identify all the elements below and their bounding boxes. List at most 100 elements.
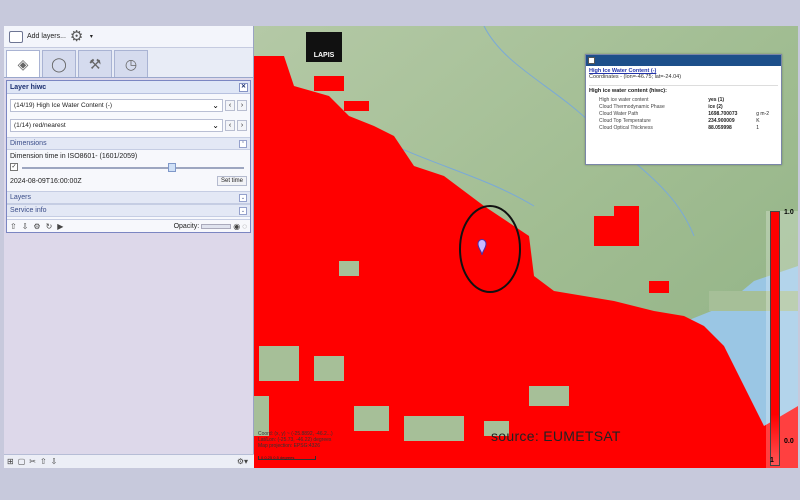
coord-line: Map projection: EPSG:4326: [258, 443, 320, 449]
layers-section-header[interactable]: Layers ⌄: [7, 191, 250, 204]
add-layers-button[interactable]: Add layers...: [27, 33, 66, 40]
chevron-down-icon: ⌄: [212, 101, 219, 110]
top-toolbar: Add layers... ⚙ ▾: [4, 26, 253, 48]
map-view[interactable]: LAPIS High Ice Water Content (-) Coordin…: [254, 26, 798, 468]
dimensions-section-header[interactable]: Dimensions ⌃: [7, 137, 250, 150]
source-text: source: EUMETSAT: [491, 428, 621, 444]
prev-palette-button[interactable]: ‹: [225, 120, 235, 131]
expand-icon[interactable]: ⌄: [239, 206, 247, 215]
add-icon[interactable]: ⊞: [7, 457, 14, 466]
refresh-icon[interactable]: ↻: [46, 222, 53, 231]
service-info-label: Service info: [10, 207, 47, 214]
arrow-down-icon[interactable]: ⇩: [51, 457, 58, 466]
expand-icon[interactable]: ⌄: [239, 193, 247, 202]
bottom-toolbar: ⊞ ▢ ✂ ⇧ ⇩ ⚙▾: [4, 454, 254, 468]
collapse-icon[interactable]: ⌃: [239, 139, 247, 148]
arrow-down-icon[interactable]: ⇩: [22, 222, 29, 231]
next-palette-button[interactable]: ›: [237, 120, 247, 131]
opacity-label: Opacity:: [173, 222, 200, 230]
coordinate-readout: Coord: (x, y) ~ (-25.8892, -46.2...) Lat…: [258, 431, 333, 449]
prev-style-button[interactable]: ‹: [225, 100, 235, 111]
square-icon[interactable]: ▢: [18, 457, 26, 466]
clear-patch: [404, 416, 464, 441]
table-row: High ice water content yes (1): [589, 96, 778, 103]
row-unit: K: [756, 117, 760, 124]
dimensions-label: Dimensions: [10, 140, 47, 147]
tools-tab-icon[interactable]: ⚒: [78, 50, 112, 77]
chevron-down-icon[interactable]: ▾: [90, 33, 93, 40]
opacity-slider[interactable]: [201, 223, 232, 229]
layer-panel-title: Layer hiwc: [10, 83, 47, 91]
clear-patch: [254, 396, 269, 436]
service-info-section-header[interactable]: Service info ⌄: [7, 204, 250, 217]
left-panel: Add layers... ⚙ ▾ ◈ ◯ ⚒ ◷ Layer hiwc ✕ (…: [4, 26, 254, 468]
scale-bar: 0 0.25 0.5 degrees: [258, 455, 316, 460]
popup-coordinates: Coordinates - (lon=-46.75; lat=-24.04): [589, 74, 682, 80]
layer-panel-header: Layer hiwc ✕: [7, 81, 250, 94]
table-row: Cloud Optical Thickness 88.059998 1: [589, 124, 778, 131]
style-select-row: (14/19) High Ice Water Content (-) ⌄ ‹ ›: [7, 97, 250, 114]
set-time-button[interactable]: Set time: [216, 176, 247, 186]
style-select[interactable]: (14/19) High Ice Water Content (-) ⌄: [10, 99, 223, 112]
arrow-up-icon[interactable]: ⇧: [40, 457, 47, 466]
ice-water-patch: [414, 251, 439, 263]
row-key: Cloud Thermodynamic Phase: [599, 103, 665, 110]
row-unit: [755, 103, 778, 110]
table-row: Cloud Water Path 1698.700073 g m-2: [589, 110, 778, 117]
layers-label: Layers: [10, 194, 32, 201]
row-value: 1698.700073: [708, 110, 738, 117]
row-key: Cloud Top Temperature: [599, 117, 651, 124]
table-row: Cloud Thermodynamic Phase ice (2): [589, 103, 778, 110]
play-icon[interactable]: ▶: [57, 222, 63, 231]
legend-min-label: 0.0: [784, 438, 794, 445]
delete-icon[interactable]: ◌: [242, 222, 247, 231]
lapis-logo: LAPIS: [306, 32, 342, 62]
app-window: Add layers... ⚙ ▾ ◈ ◯ ⚒ ◷ Layer hiwc ✕ (…: [4, 26, 798, 468]
slider-track[interactable]: [22, 167, 244, 169]
row-value: 88.059998: [708, 124, 732, 131]
popup-body: High Ice Water Content (-) Coordinates -…: [586, 66, 781, 133]
gear-icon[interactable]: ⚙: [70, 28, 86, 45]
settings-icon[interactable]: ⚙: [33, 222, 40, 231]
add-layers-icon[interactable]: [9, 30, 23, 43]
ice-water-patch: [594, 216, 639, 246]
dimension-text: Dimension time in ISO8601- (1601/2059): [10, 153, 138, 160]
ice-water-patch: [344, 101, 369, 111]
row-key: Cloud Water Path: [599, 110, 639, 117]
feature-info-popup: High Ice Water Content (-) Coordinates -…: [585, 54, 782, 165]
cut-icon[interactable]: ✂: [29, 457, 36, 466]
globe-tab-icon[interactable]: ◯: [42, 50, 76, 77]
style-select-value: (14/19) High Ice Water Content (-): [14, 102, 113, 109]
clock-tab-icon[interactable]: ◷: [114, 50, 148, 77]
time-row: 2024-08-09T16:00:00Z Set time: [7, 174, 250, 188]
dimension-checkbox[interactable]: ✓: [10, 163, 18, 171]
popup-checkbox[interactable]: [588, 57, 595, 64]
popup-header: High ice water content (hiwc):: [589, 85, 778, 94]
row-key: High ice water content: [599, 96, 649, 103]
arrow-up-icon[interactable]: ⇧: [10, 222, 17, 231]
row-value: 234.900009: [708, 117, 735, 124]
next-style-button[interactable]: ›: [237, 100, 247, 111]
palette-select-value: (1/14) red/nearest: [14, 122, 66, 129]
slider-thumb[interactable]: [167, 163, 176, 172]
popup-title-bar: [586, 55, 781, 66]
row-key: Cloud Optical Thickness: [599, 124, 653, 131]
layers-tab-icon[interactable]: ◈: [6, 50, 40, 77]
row-unit: g m-2: [756, 110, 770, 117]
popup-table: High ice water content yes (1) Cloud Ther…: [589, 96, 778, 131]
opacity-control: Opacity: ◉ ◌: [174, 222, 247, 231]
ice-water-patch: [614, 206, 639, 218]
eye-icon[interactable]: ◉: [233, 222, 240, 231]
clear-patch: [354, 406, 389, 431]
close-icon[interactable]: ✕: [239, 82, 248, 92]
clear-patch: [259, 346, 299, 381]
row-unit: [755, 96, 778, 103]
clear-patch: [314, 356, 344, 381]
gear-icon[interactable]: ⚙▾: [237, 457, 248, 466]
lapis-logo-text: LAPIS: [313, 52, 335, 59]
legend-bottom-label: 1: [770, 457, 774, 464]
row-unit: 1: [756, 124, 760, 131]
palette-select[interactable]: (1/14) red/nearest ⌄: [10, 119, 223, 132]
time-slider[interactable]: ✓: [10, 162, 247, 174]
layer-actions-bar: ⇧ ⇩ ⚙ ↻ ▶ Opacity: ◉ ◌: [7, 219, 250, 232]
